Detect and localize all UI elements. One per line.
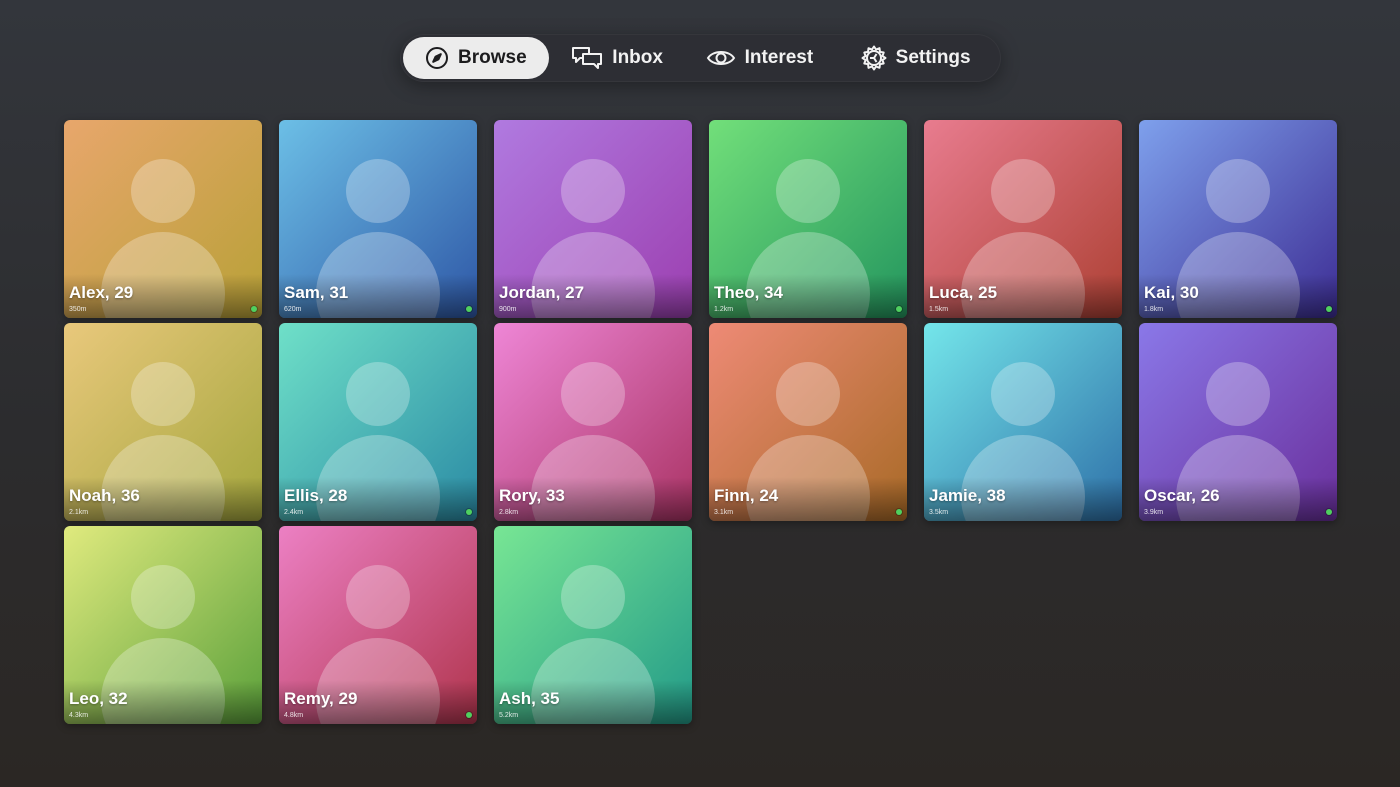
profile-name: Theo, 34 [714,283,783,302]
avatar-head-shape [1206,159,1270,223]
avatar-head-shape [991,159,1055,223]
avatar-head-shape [776,362,840,426]
profile-distance: 3.9km [1144,509,1164,516]
profile-distance: 1.5km [929,306,949,313]
profile-card[interactable]: Leo, 32 4.3km [64,526,262,724]
profile-name: Ash, 35 [499,689,560,708]
profile-distance: 620m [284,306,302,313]
avatar-head-shape [131,362,195,426]
profile-grid: Alex, 29 350m Sam, 31 620m Jordan, 27 90… [64,120,1337,724]
profile-card[interactable]: Kai, 30 1.8km [1139,120,1337,318]
avatar-head-shape [346,565,410,629]
chat-bubbles-icon [571,45,603,71]
profile-name: Jamie, 38 [929,486,1006,505]
avatar-head-shape [346,159,410,223]
eye-icon [706,47,736,69]
online-indicator [1326,509,1332,515]
gear-icon [861,45,887,71]
profile-card[interactable]: Ellis, 28 2.4km [279,323,477,521]
online-indicator [466,306,472,312]
avatar-head-shape [346,362,410,426]
online-indicator [896,509,902,515]
avatar-head-shape [561,362,625,426]
profile-name: Leo, 32 [69,689,128,708]
profile-card[interactable]: Jordan, 27 900m [494,120,692,318]
profile-name: Luca, 25 [929,283,998,302]
profile-distance: 4.8km [284,712,304,719]
tab-label: Interest [744,47,814,68]
profile-distance: 900m [499,306,517,313]
online-indicator [466,712,472,718]
profile-card[interactable]: Sam, 31 620m [279,120,477,318]
profile-distance: 350m [69,306,87,313]
profile-name: Ellis, 28 [284,486,348,505]
compass-icon [425,46,449,70]
profile-card[interactable]: Ash, 35 5.2km [494,526,692,724]
profile-name: Jordan, 27 [499,283,585,302]
profile-distance: 2.4km [284,509,304,516]
profile-card[interactable]: Rory, 33 2.8km [494,323,692,521]
profile-distance: 2.8km [499,509,519,516]
profile-card[interactable]: Remy, 29 4.8km [279,526,477,724]
profile-distance: 5.2km [499,712,519,719]
tab-interest[interactable]: Interest [686,37,834,79]
profile-name: Sam, 31 [284,283,349,302]
profile-card[interactable]: Oscar, 26 3.9km [1139,323,1337,521]
profile-card[interactable]: Jamie, 38 3.5km [924,323,1122,521]
profile-name: Kai, 30 [1144,283,1199,302]
profile-distance: 3.5km [929,509,949,516]
profile-card[interactable]: Alex, 29 350m [64,120,262,318]
tab-label: Settings [895,47,971,68]
online-indicator [251,306,257,312]
avatar-head-shape [131,159,195,223]
online-indicator [1326,306,1332,312]
avatar-head-shape [561,159,625,223]
avatar-head-shape [561,565,625,629]
profile-name: Alex, 29 [69,283,134,302]
tab-settings[interactable]: Settings [833,37,998,79]
avatar-head-shape [991,362,1055,426]
top-nav: Browse Inbox Interest Settings [400,34,1001,82]
online-indicator [466,509,472,515]
profile-name: Oscar, 26 [1144,486,1220,505]
profile-name: Rory, 33 [499,486,565,505]
tab-label: Inbox [612,47,663,68]
profile-card[interactable]: Finn, 24 3.1km [709,323,907,521]
profile-distance: 1.2km [714,306,734,313]
profile-distance: 2.1km [69,509,89,516]
profile-distance: 1.8km [1144,306,1164,313]
online-indicator [896,306,902,312]
avatar-head-shape [776,159,840,223]
tab-browse[interactable]: Browse [403,37,549,79]
profile-card[interactable]: Theo, 34 1.2km [709,120,907,318]
profile-name: Remy, 29 [284,689,358,708]
avatar-head-shape [131,565,195,629]
tab-inbox[interactable]: Inbox [549,37,686,79]
profile-distance: 4.3km [69,712,89,719]
profile-card[interactable]: Noah, 36 2.1km [64,323,262,521]
profile-distance: 3.1km [714,509,734,516]
tab-label: Browse [458,47,527,68]
profile-name: Noah, 36 [69,486,140,505]
profile-name: Finn, 24 [714,486,779,505]
profile-card[interactable]: Luca, 25 1.5km [924,120,1122,318]
avatar-head-shape [1206,362,1270,426]
